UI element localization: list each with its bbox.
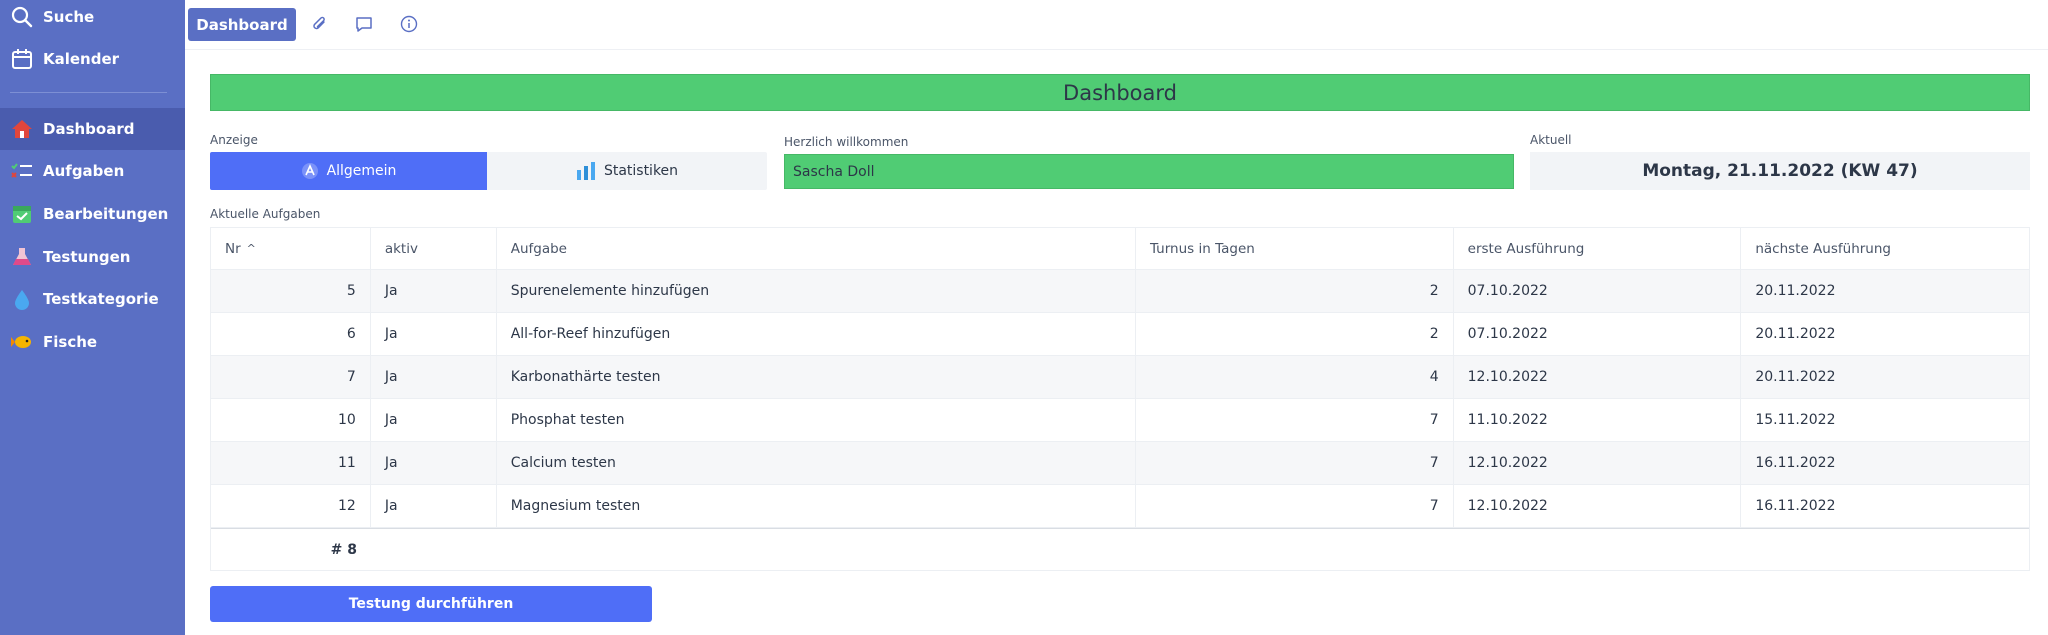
- cell-next-run: 16.11.2022: [1755, 455, 1836, 471]
- cell-first-run: 12.10.2022: [1454, 356, 1742, 398]
- cell-task: Phosphat testen: [497, 399, 1136, 441]
- table-row[interactable]: 11 Ja Calcium testen 7 12.10.2022 16.11.…: [211, 442, 2029, 485]
- sidebar-item-label: Dashboard: [43, 120, 135, 138]
- column-header-first-run[interactable]: erste Ausführung: [1454, 228, 1742, 269]
- cell-first-run: 11.10.2022: [1454, 399, 1742, 441]
- comment-icon[interactable]: [353, 13, 375, 35]
- current-label: Aktuell: [1530, 133, 1572, 147]
- welcome-user-field: Sascha Doll: [784, 154, 1514, 189]
- sidebar-item-test-category[interactable]: Testkategorie: [0, 278, 185, 320]
- cell-active: Ja: [371, 442, 497, 484]
- sidebar: Suche Kalender Dashboard Aufgaben Bearbe…: [0, 0, 185, 635]
- cell-next-run: 20.11.2022: [1755, 326, 1836, 342]
- cell-next-run: 20.11.2022: [1755, 283, 1836, 299]
- column-header-active[interactable]: aktiv: [371, 228, 497, 269]
- tasks-table: Nr ^ aktiv Aufgabe Turnus in Tagen erste…: [210, 227, 2030, 571]
- sidebar-item-tests[interactable]: Testungen: [0, 236, 185, 278]
- cell-nr: 7: [211, 356, 371, 398]
- table-row[interactable]: 12 Ja Magnesium testen 7 12.10.2022 16.1…: [211, 485, 2029, 528]
- cell-task: Magnesium testen: [497, 485, 1136, 527]
- cell-interval: 7: [1136, 399, 1454, 441]
- sort-ascending-icon: ^: [246, 242, 256, 255]
- home-icon: [10, 117, 34, 141]
- cell-next-run: 20.11.2022: [1755, 369, 1836, 385]
- cell-interval: 7: [1136, 442, 1454, 484]
- sidebar-item-label: Testungen: [43, 248, 131, 266]
- cell-nr: 10: [211, 399, 371, 441]
- column-header-next-run[interactable]: nächste Ausführung: [1741, 228, 2029, 269]
- cell-first-run: 07.10.2022: [1454, 313, 1742, 355]
- welcome-label: Herzlich willkommen: [784, 135, 909, 149]
- cell-first-run: 12.10.2022: [1454, 442, 1742, 484]
- bar-chart-icon: [576, 161, 596, 181]
- sidebar-item-dashboard[interactable]: Dashboard: [0, 108, 185, 150]
- table-footer-row: # 8: [211, 528, 2029, 570]
- table-row[interactable]: 10 Ja Phosphat testen 7 11.10.2022 15.11…: [211, 399, 2029, 442]
- cell-interval: 2: [1136, 270, 1454, 312]
- sidebar-item-tasks[interactable]: Aufgaben: [0, 150, 185, 192]
- cell-next-run: 15.11.2022: [1755, 412, 1836, 428]
- table-header-row: Nr ^ aktiv Aufgabe Turnus in Tagen erste…: [211, 228, 2029, 270]
- cell-task: Calcium testen: [497, 442, 1136, 484]
- sidebar-item-fish[interactable]: Fische: [0, 321, 185, 363]
- cell-interval: 4: [1136, 356, 1454, 398]
- cell-active: Ja: [371, 270, 497, 312]
- table-row[interactable]: 6 Ja All-for-Reef hinzufügen 2 07.10.202…: [211, 313, 2029, 356]
- view-option-statistics[interactable]: Statistiken: [487, 152, 767, 190]
- table-row[interactable]: 5 Ja Spurenelemente hinzufügen 2 07.10.2…: [211, 270, 2029, 313]
- view-option-label: Statistiken: [603, 163, 679, 179]
- view-label: Anzeige: [210, 133, 258, 147]
- info-icon[interactable]: [398, 13, 420, 35]
- cell-active: Ja: [371, 356, 497, 398]
- calendar-check-icon: [10, 202, 34, 226]
- cell-next-run: 16.11.2022: [1755, 498, 1836, 514]
- cell-active: Ja: [371, 485, 497, 527]
- fish-icon: [10, 330, 34, 354]
- cell-first-run: 12.10.2022: [1454, 485, 1742, 527]
- cell-nr: 6: [211, 313, 371, 355]
- water-drop-icon: [10, 287, 34, 311]
- calendar-icon: [10, 47, 34, 71]
- sidebar-divider: [10, 92, 167, 93]
- column-header-task[interactable]: Aufgabe: [497, 228, 1136, 269]
- sidebar-item-edits[interactable]: Bearbeitungen: [0, 193, 185, 235]
- cell-nr: 11: [211, 442, 371, 484]
- task-list-icon: [10, 159, 34, 183]
- page-title-banner: Dashboard: [210, 74, 2030, 111]
- current-date-display: Montag, 21.11.2022 (KW 47): [1530, 152, 2030, 190]
- search-icon: [10, 5, 34, 29]
- cell-task: Spurenelemente hinzufügen: [497, 270, 1136, 312]
- sidebar-item-label: Testkategorie: [43, 290, 159, 308]
- tasks-label: Aktuelle Aufgaben: [210, 207, 321, 221]
- sidebar-item-search[interactable]: Suche: [0, 0, 185, 38]
- column-header-nr[interactable]: Nr ^: [211, 228, 371, 269]
- cell-interval: 7: [1136, 485, 1454, 527]
- sidebar-item-label: Suche: [43, 8, 95, 26]
- sidebar-item-label: Aufgaben: [43, 162, 125, 180]
- cell-task: Karbonathärte testen: [497, 356, 1136, 398]
- sidebar-item-label: Bearbeitungen: [43, 205, 169, 223]
- cell-active: Ja: [371, 313, 497, 355]
- view-option-general[interactable]: Allgemein: [210, 152, 487, 190]
- app-icon: [301, 162, 319, 180]
- cell-interval: 2: [1136, 313, 1454, 355]
- view-option-label: Allgemein: [326, 163, 397, 179]
- perform-test-button[interactable]: Testung durchführen: [210, 586, 652, 622]
- sidebar-item-calendar[interactable]: Kalender: [0, 38, 185, 80]
- cell-nr: 5: [211, 270, 371, 312]
- cell-task: All-for-Reef hinzufügen: [497, 313, 1136, 355]
- row-count: # 8: [330, 541, 357, 558]
- flask-icon: [10, 245, 34, 269]
- column-header-interval[interactable]: Turnus in Tagen: [1136, 228, 1454, 269]
- cell-nr: 12: [211, 485, 371, 527]
- cell-active: Ja: [371, 399, 497, 441]
- sidebar-item-label: Fische: [43, 333, 98, 351]
- sidebar-item-label: Kalender: [43, 50, 120, 68]
- cell-first-run: 07.10.2022: [1454, 270, 1742, 312]
- tab-dashboard[interactable]: Dashboard: [188, 8, 296, 41]
- table-row[interactable]: 7 Ja Karbonathärte testen 4 12.10.2022 2…: [211, 356, 2029, 399]
- toolbar: [185, 0, 2048, 50]
- attachment-icon[interactable]: [309, 13, 331, 35]
